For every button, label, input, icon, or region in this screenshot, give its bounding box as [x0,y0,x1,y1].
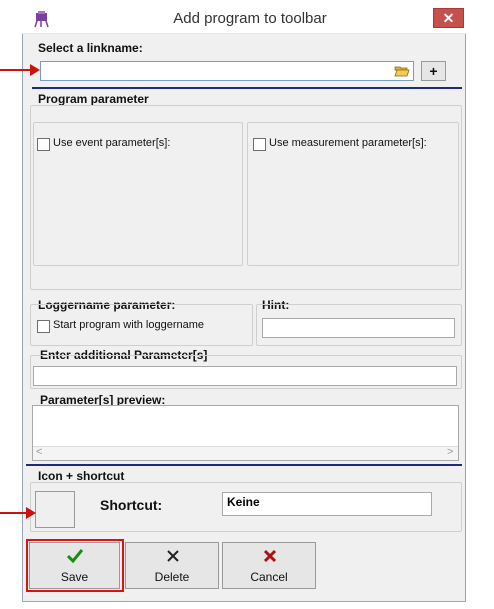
preview-horizontal-scrollbar[interactable] [33,446,458,460]
cancel-x-icon [263,549,277,563]
annotation-arrow-linkname-head [30,64,40,76]
annotation-arrow-icon [0,512,28,514]
shortcut-field[interactable]: Keine [222,492,432,516]
use-measurement-label: Use measurement parameter[s]: [269,137,427,149]
annotation-arrow-icon-head [26,507,36,519]
plus-icon: + [429,63,438,79]
folder-open-icon[interactable] [394,63,410,79]
delete-label: Delete [154,570,190,584]
icon-picker-button[interactable] [35,491,75,528]
cancel-button[interactable]: Cancel [222,542,316,589]
delete-button[interactable]: Delete [125,542,219,589]
program-parameter-heading: Program parameter [38,92,149,106]
start-with-loggername-label: Start program with loggername [53,319,205,331]
section-divider-bottom [26,464,462,466]
use-measurement-checkbox[interactable] [253,138,266,151]
linkname-heading: Select a linkname: [38,41,143,55]
save-highlight-box [26,539,124,592]
scroll-right-arrow[interactable]: > [447,446,453,458]
app-icon [34,10,50,28]
use-event-label: Use event parameter[s]: [53,137,171,149]
section-divider [32,87,462,89]
start-with-loggername-checkbox[interactable] [37,320,50,333]
annotation-arrow-linkname [0,69,32,71]
delete-x-icon [167,550,179,562]
window-title: Add program to toolbar [173,10,327,27]
hint-field[interactable] [262,318,455,338]
icon-shortcut-heading: Icon + shortcut [38,469,125,483]
cancel-label: Cancel [250,570,288,584]
additional-parameters-input[interactable] [33,366,457,386]
linkname-input[interactable] [40,61,414,81]
add-linkname-button[interactable]: + [421,61,446,81]
scroll-left-arrow[interactable]: < [36,446,42,458]
shortcut-label: Shortcut: [100,497,163,513]
use-event-checkbox[interactable] [37,138,50,151]
close-button[interactable]: ✕ [433,8,464,28]
